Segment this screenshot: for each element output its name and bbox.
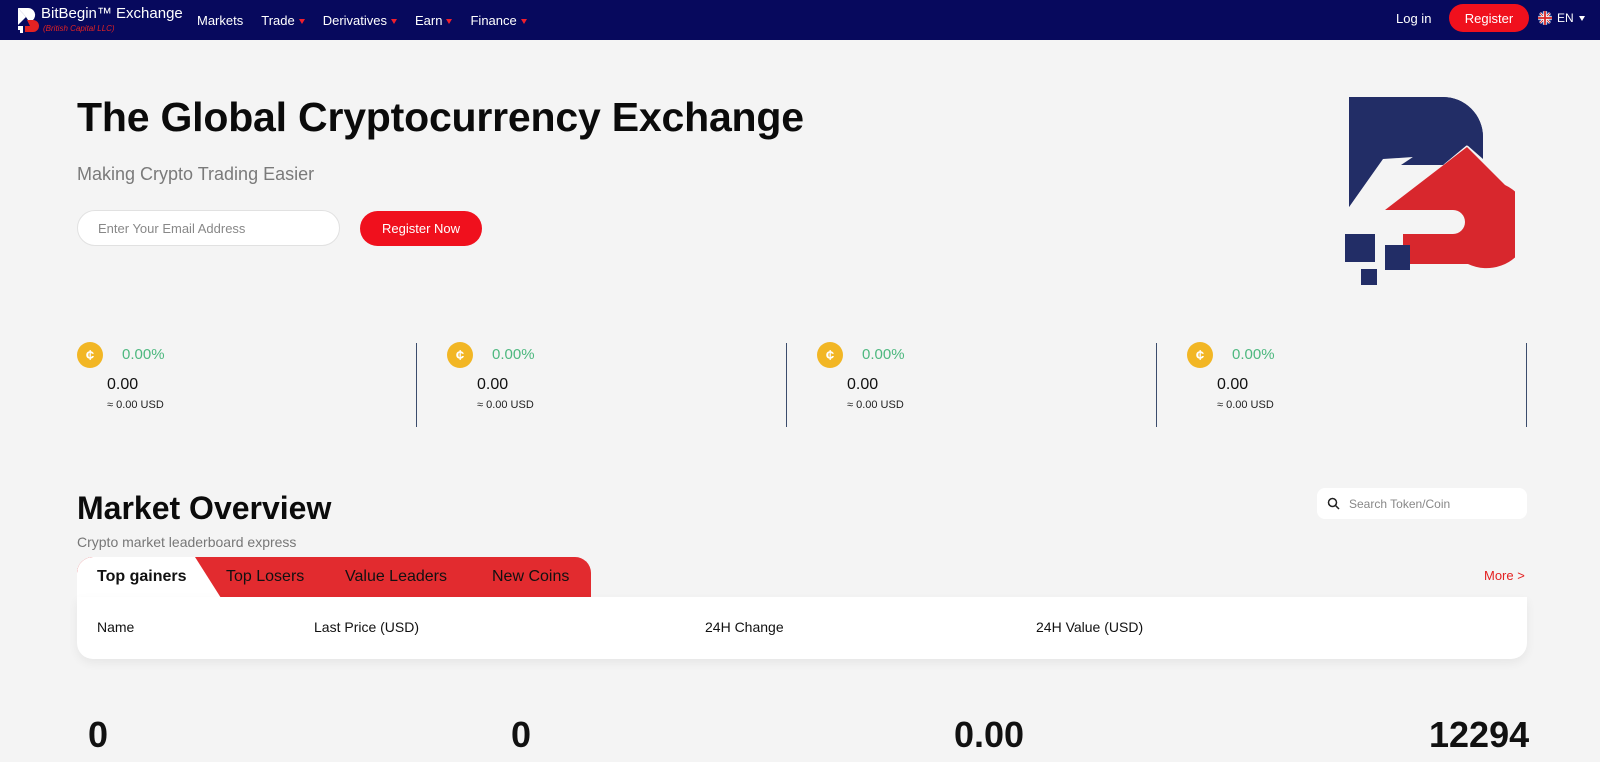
- ticker-change: 0.00%: [1232, 346, 1275, 363]
- register-button[interactable]: Register: [1449, 4, 1529, 32]
- email-input[interactable]: [77, 210, 340, 246]
- coin-icon: ¢: [447, 342, 473, 368]
- ticker-divider: [1156, 343, 1157, 427]
- chevron-down-icon: [446, 18, 453, 24]
- nav-item-label: Trade: [261, 12, 295, 28]
- ticker-price: 0.00: [847, 376, 879, 393]
- hero-title: The Global Cryptocurrency Exchange: [77, 94, 804, 140]
- stat-value: 12294: [1429, 714, 1530, 755]
- nav-item-markets[interactable]: Markets: [197, 13, 243, 28]
- tab-top-gainers[interactable]: Top gainers: [97, 568, 187, 586]
- column-header-name[interactable]: Name: [97, 619, 134, 635]
- market-overview-title: Market Overview: [77, 490, 332, 526]
- nav-item-earn[interactable]: Earn: [415, 12, 453, 28]
- chevron-down-icon: [1578, 15, 1585, 21]
- nav-item-trade[interactable]: Trade: [261, 12, 305, 28]
- top-nav: BitBegin™ Exchange (British Capital LLC)…: [0, 0, 1600, 40]
- ticker-card[interactable]: ¢ 0.00% 0.00 ≈ 0.00 USD: [77, 342, 417, 428]
- register-now-button[interactable]: Register Now: [360, 211, 482, 246]
- ticker-card[interactable]: ¢ 0.00% 0.00 ≈ 0.00 USD: [817, 342, 1157, 428]
- search-input[interactable]: [1349, 496, 1519, 511]
- column-header-24h-value[interactable]: 24H Value (USD): [1036, 619, 1143, 635]
- coin-icon: ¢: [817, 342, 843, 368]
- nav-links: Markets Trade Derivatives Earn Finance: [197, 0, 545, 40]
- chevron-down-icon: [391, 18, 398, 24]
- stat-value: 0: [88, 714, 109, 755]
- brand-name: BitBegin™ Exchange: [41, 5, 183, 22]
- column-header-last-price[interactable]: Last Price (USD): [314, 619, 419, 635]
- ticker-change: 0.00%: [862, 346, 905, 363]
- chevron-down-icon: [298, 18, 305, 24]
- hero-subtitle: Making Crypto Trading Easier: [77, 164, 315, 184]
- ticker-usd-value: ≈ 0.00 USD: [1217, 399, 1274, 411]
- language-selector[interactable]: EN: [1538, 11, 1585, 25]
- ticker-price: 0.00: [107, 376, 139, 393]
- nav-item-label: Finance: [470, 12, 517, 28]
- coin-icon: ¢: [1187, 342, 1213, 368]
- nav-item-label: Markets: [197, 12, 244, 28]
- ticker-change: 0.00%: [492, 346, 535, 363]
- coin-icon: ¢: [77, 342, 103, 368]
- ticker-divider: [1526, 343, 1527, 427]
- brand-mark-icon: [18, 7, 39, 33]
- chevron-down-icon: [520, 18, 527, 24]
- market-overview-subtitle: Crypto market leaderboard express: [77, 534, 297, 550]
- leaderboard-tabs: Top gainers Top Losers Value Leaders New…: [77, 557, 591, 598]
- ticker-change: 0.00%: [122, 346, 165, 363]
- ticker-usd-value: ≈ 0.00 USD: [107, 399, 164, 411]
- ticker-card[interactable]: ¢ 0.00% 0.00 ≈ 0.00 USD: [1187, 342, 1527, 428]
- nav-item-label: Derivatives: [322, 12, 388, 28]
- column-header-24h-change[interactable]: 24H Change: [705, 619, 784, 635]
- tab-new-coins[interactable]: New Coins: [492, 568, 569, 586]
- bitbegin-logo-icon: [1345, 97, 1515, 285]
- market-table: Name Last Price (USD) 24H Change 24H Val…: [77, 597, 1527, 659]
- uk-flag-icon: [1538, 11, 1552, 25]
- ticker-usd-value: ≈ 0.00 USD: [847, 399, 904, 411]
- nav-item-derivatives[interactable]: Derivatives: [322, 12, 398, 28]
- language-label: EN: [1557, 11, 1574, 25]
- nav-item-label: Earn: [415, 12, 443, 28]
- stat-value: 0.00: [954, 714, 1025, 755]
- login-link[interactable]: Log in: [1396, 11, 1431, 26]
- ticker-card[interactable]: ¢ 0.00% 0.00 ≈ 0.00 USD: [447, 342, 787, 428]
- ticker-divider: [416, 343, 417, 427]
- token-search: [1317, 488, 1527, 519]
- tab-value-leaders[interactable]: Value Leaders: [345, 568, 447, 586]
- ticker-usd-value: ≈ 0.00 USD: [477, 399, 534, 411]
- ticker-divider: [786, 343, 787, 427]
- stat-value: 0: [511, 714, 532, 755]
- more-link[interactable]: More >: [1484, 568, 1525, 583]
- brand-subtitle: (British Capital LLC): [43, 24, 115, 33]
- ticker-price: 0.00: [1217, 376, 1249, 393]
- ticker-price: 0.00: [477, 376, 509, 393]
- nav-item-finance[interactable]: Finance: [470, 12, 527, 28]
- search-icon: [1327, 497, 1340, 510]
- tab-top-losers[interactable]: Top Losers: [226, 568, 304, 586]
